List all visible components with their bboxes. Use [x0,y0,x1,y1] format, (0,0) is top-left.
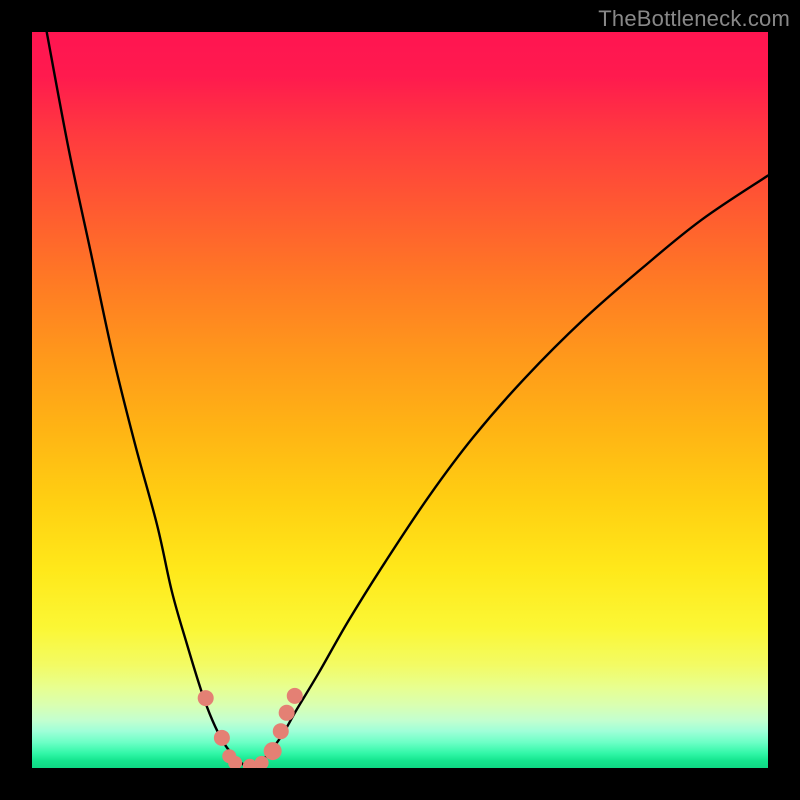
data-marker [198,690,214,706]
data-marker [273,723,289,739]
data-marker [279,705,295,721]
curve-path [47,32,768,767]
bottleneck-curve [47,32,768,767]
watermark-text: TheBottleneck.com [598,6,790,32]
chart-frame: TheBottleneck.com [0,0,800,800]
plot-area [32,32,768,768]
chart-svg [32,32,768,768]
data-marker [287,688,303,704]
data-markers [198,688,303,768]
data-marker [214,730,230,746]
data-marker [264,742,282,760]
